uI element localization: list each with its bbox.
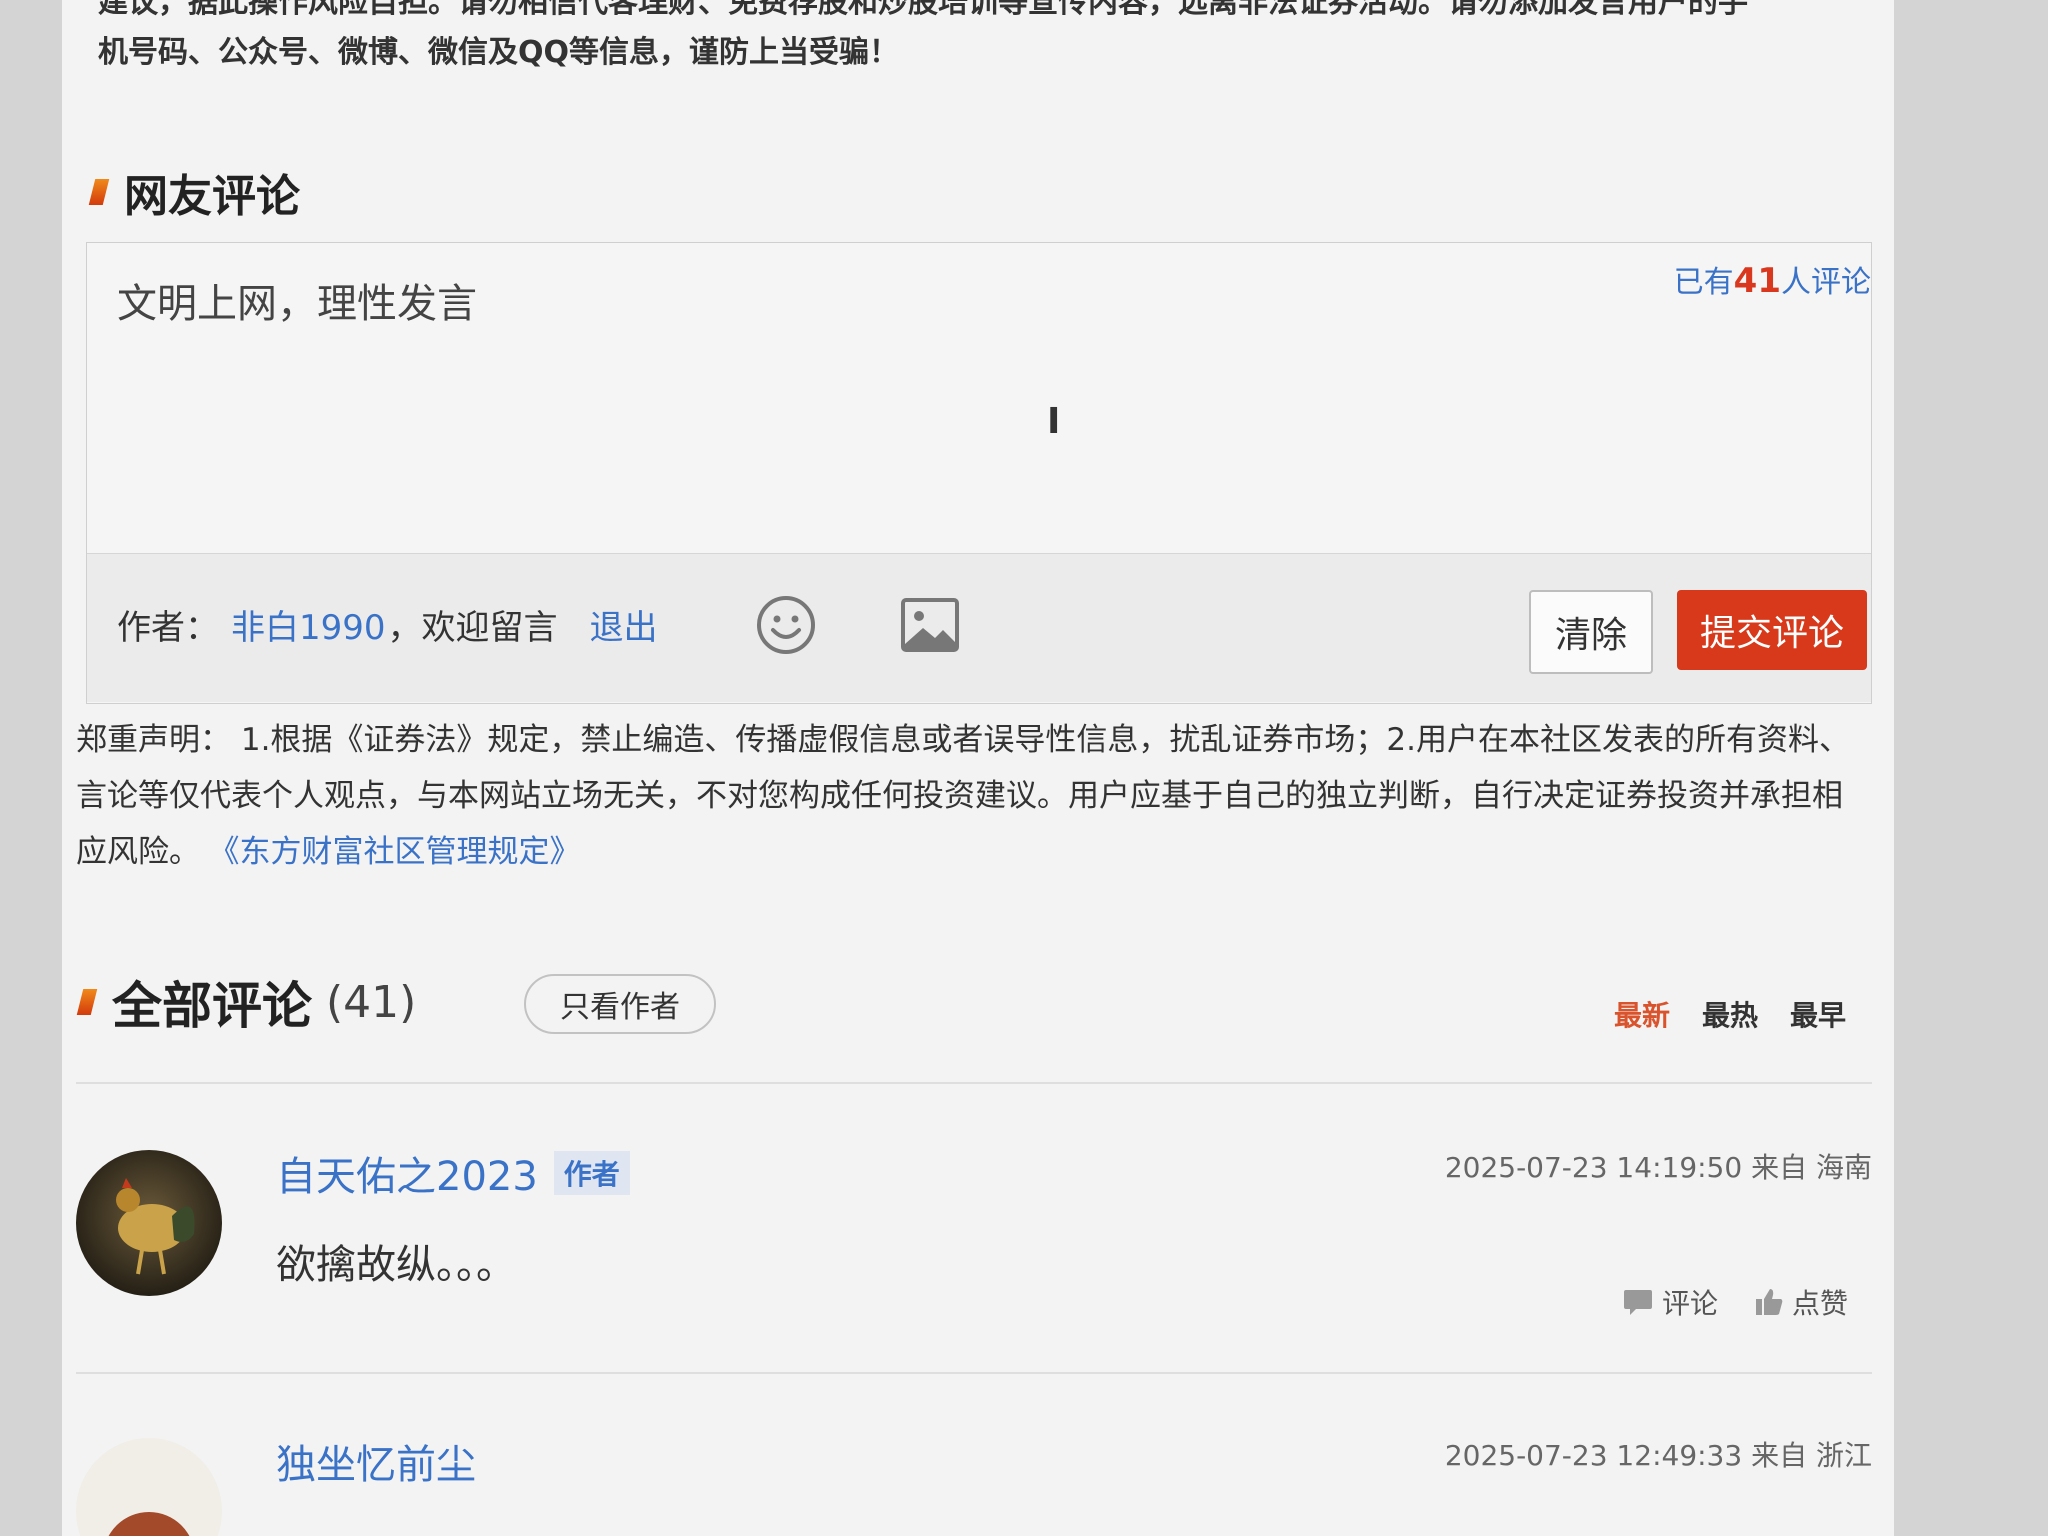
count-prefix: 已有 (1673, 265, 1734, 300)
title-mark-icon (88, 179, 110, 205)
all-comments-count: (41) (326, 976, 417, 1028)
comment-section-title: 网友评论 (124, 171, 300, 222)
comment-username: 独坐忆前尘 (276, 1432, 476, 1490)
avatar[interactable] (76, 1150, 222, 1296)
community-rules-link[interactable]: 《东方财富社区管理规定》 (224, 834, 581, 870)
all-comments-heading: 全部评论 (41) (76, 966, 417, 1038)
image-icon[interactable] (899, 594, 961, 656)
legal-statement: 郑重声明： 1.根据《证券法》规定，禁止编造、传播虚假信息或者误导性信息，扰乱证… (76, 712, 1856, 880)
avatar[interactable] (76, 1438, 222, 1536)
emoji-icon[interactable] (755, 594, 817, 656)
reply-label: 评论 (1661, 1287, 1718, 1320)
clear-button[interactable]: 清除 (1529, 590, 1653, 674)
page: 建议，据此操作风险自担。请勿相信代客理财、免费荐股和炒股培训等宣传内容，远离非法… (62, 0, 1894, 1536)
editor-toolbar: 作者： 非白1990 ，欢迎留言 退出 清除 提交评论 (87, 553, 1871, 702)
only-author-button[interactable]: 只看作者 (524, 974, 716, 1034)
comment-editor[interactable]: 文明上网，理性发言 已有41人评论 I 作者： 非白1990 ，欢迎留言 退出 (86, 242, 1872, 704)
comment-actions: 评论 点赞 (1622, 1282, 1848, 1322)
text-cursor-icon: I (1047, 401, 1061, 442)
comment-timestamp: 2025-07-23 14:19:50 来自 海南 (1444, 1151, 1872, 1184)
title-mark-icon (76, 989, 98, 1015)
count-number: 41 (1733, 261, 1781, 301)
sort-hottest[interactable]: 最热 (1702, 994, 1758, 1034)
username-link[interactable]: 自天佑之2023 (276, 1144, 538, 1202)
submit-comment-button[interactable]: 提交评论 (1677, 590, 1867, 670)
disclaimer-line-1: 建议，据此操作风险自担。请勿相信代客理财、免费荐股和炒股培训等宣传内容，远离非法… (98, 0, 1748, 20)
username-link[interactable]: 独坐忆前尘 (276, 1432, 476, 1490)
comment-count-label: 已有41人评论 (1674, 257, 1871, 301)
reply-button[interactable]: 评论 (1622, 1282, 1718, 1322)
comment-icon (1623, 1290, 1652, 1315)
risk-disclaimer-top: 建议，据此操作风险自担。请勿相信代客理财、免费荐股和炒股培训等宣传内容，远离非法… (98, 0, 1858, 78)
comment-timestamp: 2025-07-23 12:49:33 来自 浙江 (1444, 1439, 1872, 1472)
sort-newest[interactable]: 最新 (1614, 994, 1670, 1034)
comment-section-heading: 网友评论 (88, 160, 300, 224)
divider (76, 1372, 1872, 1374)
author-label: 作者： (117, 608, 219, 648)
divider (76, 1082, 1872, 1084)
author-name-link[interactable]: 非白1990 (231, 600, 386, 649)
count-suffix: 人评论 (1781, 265, 1871, 300)
author-info: 作者： 非白1990 ，欢迎留言 退出 (117, 600, 658, 649)
welcome-text: ，欢迎留言 (387, 608, 558, 648)
like-button[interactable]: 点赞 (1754, 1282, 1848, 1322)
logout-link[interactable]: 退出 (590, 600, 658, 649)
sort-options: 最新 最热 最早 (1614, 994, 1846, 1034)
comment-username: 自天佑之2023 作者 (276, 1144, 630, 1202)
thumbs-up-icon (1755, 1289, 1783, 1315)
disclaimer-line-2: 机号码、公众号、微博、微信及QQ等信息，谨防上当受骗！ (98, 35, 900, 70)
comment-content: 欲擒故纵。。。 (276, 1242, 516, 1288)
author-badge: 作者 (553, 1151, 630, 1195)
sort-earliest[interactable]: 最早 (1790, 994, 1846, 1034)
comment-input-placeholder[interactable]: 文明上网，理性发言 (117, 271, 477, 329)
like-label: 点赞 (1791, 1287, 1848, 1320)
all-comments-title: 全部评论 (112, 977, 312, 1035)
